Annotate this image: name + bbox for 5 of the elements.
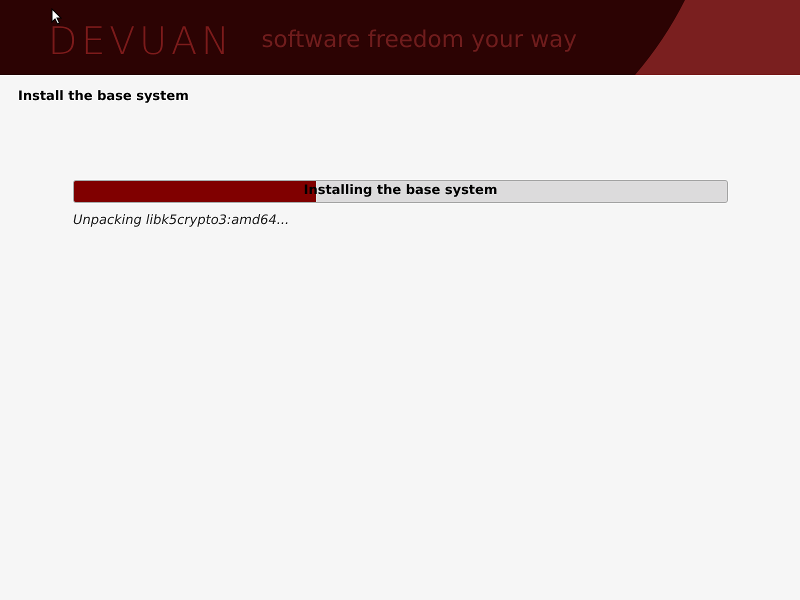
status-text: Unpacking libk5crypto3:amd64... [73,212,290,230]
tagline: software freedom your way [262,29,577,55]
logo: DEVUAN [48,26,234,56]
step-title: Install the base system [18,88,190,106]
pointer-icon [51,8,62,25]
